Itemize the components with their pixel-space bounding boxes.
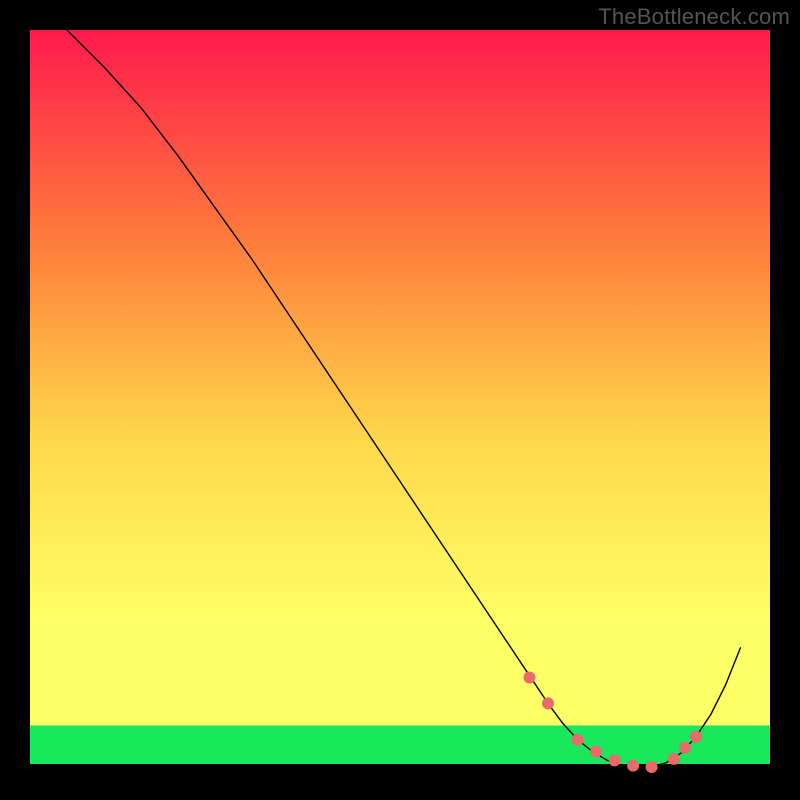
watermark-text: TheBottleneck.com xyxy=(598,4,790,30)
chart-stage: TheBottleneck.com xyxy=(0,0,800,800)
chart-svg xyxy=(0,0,800,800)
